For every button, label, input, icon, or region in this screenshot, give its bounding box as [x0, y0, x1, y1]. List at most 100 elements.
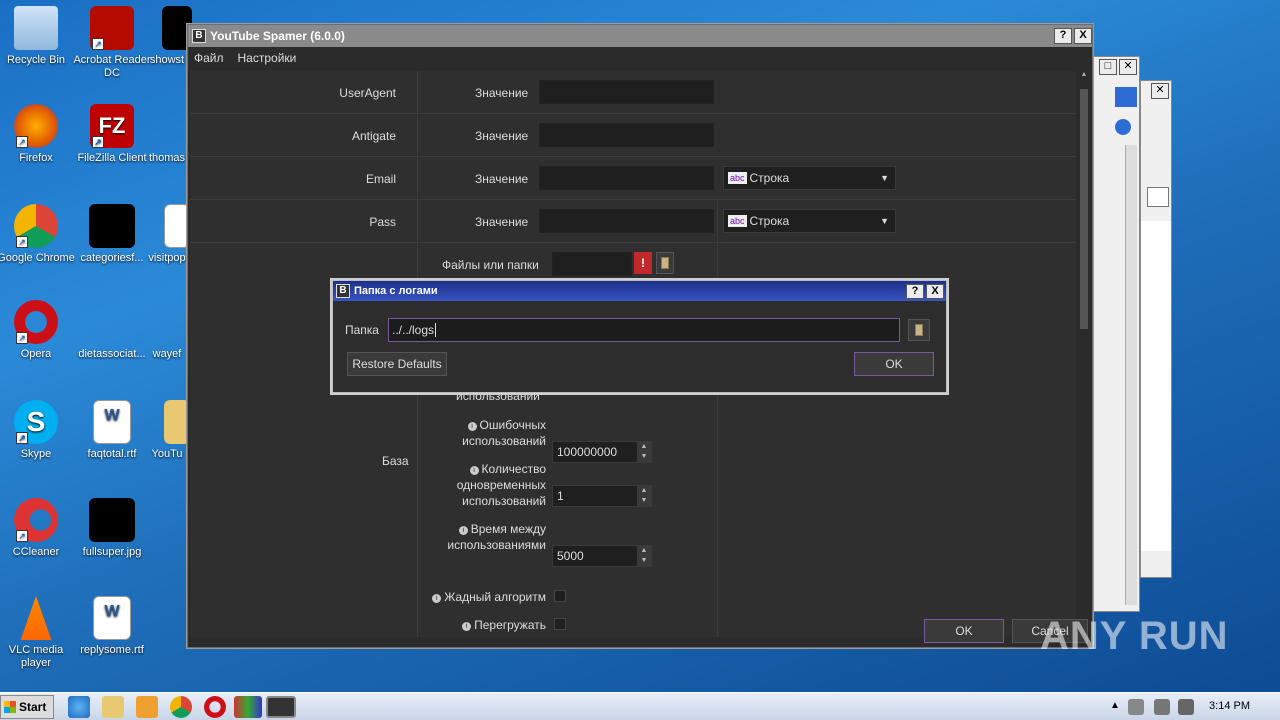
- email-input[interactable]: [539, 166, 714, 190]
- start-button[interactable]: Start: [0, 695, 54, 719]
- delay-spinbox[interactable]: 5000 ▲ ▼: [552, 545, 652, 567]
- chevron-down-icon: ▼: [880, 173, 889, 183]
- desktop-icon-visitpop[interactable]: visitpop: [142, 204, 192, 265]
- email-type-select[interactable]: abc Строка ▼: [723, 166, 896, 190]
- useragent-input[interactable]: [539, 80, 714, 104]
- scrollbar-thumb[interactable]: [1080, 89, 1088, 329]
- concurrent-spinbox[interactable]: 1 ▲ ▼: [552, 485, 652, 507]
- explorer-icon[interactable]: [102, 696, 124, 718]
- acrobat-icon: ↗: [90, 6, 134, 50]
- desktop-icon-label: thomas: [148, 152, 186, 164]
- dialog-title-bar[interactable]: B Папка с логами ? X: [333, 281, 946, 301]
- scrollbar[interactable]: [1125, 145, 1137, 605]
- opera-icon[interactable]: [204, 696, 226, 718]
- reload-checkbox[interactable]: [554, 618, 566, 630]
- help-icon[interactable]: [1115, 119, 1131, 135]
- action-center-flag-icon[interactable]: [1178, 699, 1194, 715]
- media-player-icon[interactable]: [136, 696, 158, 718]
- greedy-label-text: Жадный алгоритм: [444, 590, 546, 604]
- show-hidden-icons[interactable]: ▲: [1110, 700, 1120, 711]
- close-icon[interactable]: ✕: [1119, 59, 1137, 75]
- file-icon: [89, 204, 135, 248]
- delay-value: 5000: [557, 549, 584, 563]
- app-icon: B: [336, 284, 350, 298]
- vertical-scrollbar[interactable]: ▲ ▼: [1078, 71, 1090, 637]
- info-icon: i: [432, 594, 442, 603]
- desktop-icon-fullsuper[interactable]: fullsuper.jpg: [72, 498, 152, 559]
- desktop-icon-chrome[interactable]: ↗ Google Chrome: [0, 204, 76, 265]
- desktop-icon-wayef[interactable]: wayef: [142, 300, 192, 361]
- errors-spinbox[interactable]: 100000000 ▲ ▼: [552, 441, 652, 463]
- chrome-icon[interactable]: [170, 696, 192, 718]
- errors-value: 100000000: [557, 445, 618, 459]
- desktop-icon-label: Firefox: [19, 152, 53, 164]
- desktop-icon-thomas[interactable]: thomas: [142, 104, 192, 165]
- maximize-icon[interactable]: □: [1099, 59, 1117, 75]
- title-bar[interactable]: B YouTube Spamer (6.0.0) ? X: [188, 25, 1092, 47]
- network-icon[interactable]: [1128, 699, 1144, 715]
- ok-button[interactable]: OK: [924, 619, 1004, 643]
- desktop-icon-filezilla[interactable]: FZ ↗ FileZilla Client: [72, 104, 152, 165]
- close-button[interactable]: X: [1074, 28, 1092, 44]
- desktop-icon-label: CCleaner: [12, 546, 60, 558]
- desktop-icon-vlc[interactable]: VLC media player: [0, 596, 76, 670]
- desktop-icon-skype[interactable]: S ↗ Skype: [0, 400, 76, 461]
- folder-path-input[interactable]: ../../logs: [388, 318, 900, 342]
- desktop-icon-ccleaner[interactable]: ↗ CCleaner: [0, 498, 76, 559]
- browse-folder-button[interactable]: [656, 252, 674, 274]
- string-type-icon: abc: [728, 215, 747, 227]
- info-icon: i: [467, 422, 477, 431]
- ie-icon[interactable]: [68, 696, 90, 718]
- background-window-2: ✕: [1140, 80, 1172, 578]
- window-controls: □ ✕: [1097, 59, 1137, 75]
- desktop-icon-acrobat[interactable]: ↗ Acrobat Reader DC: [72, 6, 152, 80]
- row-email: Email Значение abc Строка ▼: [190, 157, 1076, 200]
- help-button[interactable]: ?: [1054, 28, 1072, 44]
- desktop-icon-faqtotal[interactable]: W faqtotal.rtf: [72, 400, 152, 461]
- spin-arrows-icon[interactable]: ▲ ▼: [637, 486, 651, 506]
- string-type-icon: abc: [728, 172, 747, 184]
- winrar-icon[interactable]: [234, 696, 262, 718]
- desktop-icon-dietassociat[interactable]: dietassociat...: [72, 300, 152, 361]
- browse-folder-button[interactable]: [908, 319, 930, 341]
- desktop-icon-recycle-bin[interactable]: Recycle Bin: [0, 6, 76, 67]
- window-title: YouTube Spamer (6.0.0): [210, 29, 345, 43]
- desktop-icon-categories[interactable]: categoriesf...: [72, 204, 152, 265]
- spin-arrows-icon[interactable]: ▲ ▼: [637, 546, 651, 566]
- app-icon: B: [192, 29, 206, 43]
- search-icon[interactable]: [1115, 87, 1137, 107]
- close-icon[interactable]: ✕: [1151, 83, 1169, 99]
- close-button[interactable]: X: [926, 283, 944, 299]
- greedy-label: i Жадный алгоритм: [410, 590, 546, 604]
- value-label: Значение: [475, 172, 529, 186]
- desktop-icon-firefox[interactable]: ↗ Firefox: [0, 104, 76, 165]
- pass-input[interactable]: [539, 209, 714, 233]
- filezilla-icon: FZ ↗: [90, 104, 134, 148]
- greedy-checkbox[interactable]: [554, 590, 566, 602]
- desktop-icon-replysome[interactable]: W replysome.rtf: [72, 596, 152, 657]
- desktop-icon-label: dietassociat...: [78, 348, 146, 360]
- selected-type: Строка: [749, 171, 790, 185]
- menu-settings[interactable]: Настройки: [238, 51, 297, 65]
- restore-defaults-button[interactable]: Restore Defaults: [347, 352, 447, 376]
- menu-file[interactable]: Файл: [194, 51, 224, 65]
- dialog-ok-button[interactable]: OK: [854, 352, 934, 376]
- file-icon: [145, 300, 189, 344]
- start-label: Start: [19, 700, 47, 714]
- scroll-up-icon[interactable]: ▲: [1078, 71, 1090, 78]
- desktop-icon-opera[interactable]: ↗ Opera: [0, 300, 76, 361]
- desktop-icon-showst[interactable]: showst: [142, 6, 192, 67]
- spin-arrows-icon[interactable]: ▲ ▼: [637, 442, 651, 462]
- dropdown[interactable]: [1147, 187, 1169, 207]
- clock[interactable]: 3:14 PM: [1209, 700, 1250, 712]
- files-input[interactable]: [552, 252, 632, 276]
- desktop-icon-youtu[interactable]: YouTu: [142, 400, 192, 461]
- word-doc-icon: W: [93, 400, 131, 444]
- volume-icon[interactable]: [1154, 699, 1170, 715]
- file-icon: [90, 300, 134, 344]
- pass-type-select[interactable]: abc Строка ▼: [723, 209, 896, 233]
- help-button[interactable]: ?: [906, 283, 924, 299]
- antigate-input[interactable]: [539, 123, 714, 147]
- word-doc-icon: W: [93, 596, 131, 640]
- youtube-spamer-taskbar-icon[interactable]: [266, 696, 296, 718]
